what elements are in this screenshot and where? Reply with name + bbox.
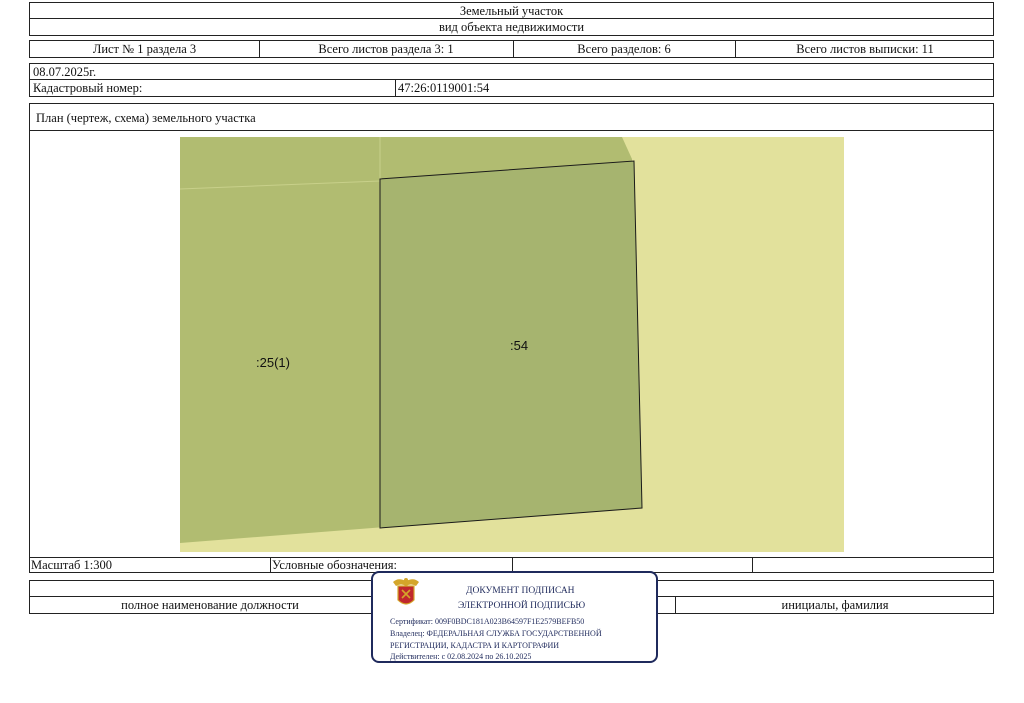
total-sheets-extract: Всего листов выписки: 11	[796, 42, 934, 56]
name-label: инициалы, фамилия	[781, 598, 889, 612]
sheets-in-section: Всего листов раздела 3: 1	[318, 42, 454, 56]
extract-date: 08.07.2025г.	[33, 65, 97, 79]
stamp-certificate: Сертификат: 009F0BDC181A023B64597F1E2579…	[390, 617, 585, 626]
document-title: Земельный участок	[459, 4, 564, 18]
target-parcel-label: :54	[510, 338, 528, 353]
cadastral-label: Кадастровый номер:	[33, 81, 143, 95]
coat-of-arms-icon	[393, 578, 419, 605]
stamp-owner-line-1: Владелец: ФЕДЕРАЛЬНАЯ СЛУЖБА ГОСУДАРСТВЕ…	[390, 629, 602, 638]
date-row: 08.07.2025г.	[29, 63, 994, 80]
header-title-row: Земельный участок	[29, 2, 994, 19]
header-subtitle-row: вид объекта недвижимости	[29, 18, 994, 36]
sheet-number: Лист № 1 раздела 3	[92, 42, 197, 56]
parcel-plan-map: :25(1) :54	[180, 137, 844, 552]
stamp-owner-line-2: РЕГИСТРАЦИИ, КАДАСТРА И КАРТОГРАФИИ	[390, 641, 560, 650]
total-sections: Всего разделов: 6	[577, 42, 671, 56]
e-signature-stamp: ДОКУМЕНТ ПОДПИСАН ЭЛЕКТРОННОЙ ПОДПИСЬЮ С…	[371, 571, 658, 663]
legend-label: Условные обозначения:	[272, 558, 398, 572]
stamp-validity: Действителен: с 02.08.2024 по 26.10.2025	[390, 652, 532, 661]
position-label: полное наименование должности	[121, 598, 299, 612]
sheet-info-row: Лист № 1 раздела 3 Всего листов раздела …	[29, 40, 994, 58]
scale-label: Масштаб 1:300	[31, 558, 112, 572]
neighbor-parcel-label: :25(1)	[256, 355, 290, 370]
stamp-line-1: ДОКУМЕНТ ПОДПИСАН	[466, 586, 575, 596]
stamp-line-2: ЭЛЕКТРОННОЙ ПОДПИСЬЮ	[458, 601, 586, 611]
cadastral-number: 47:26:0119001:54	[398, 81, 490, 95]
cadastral-row: Кадастровый номер: 47:26:0119001:54	[29, 79, 994, 97]
plan-title: План (чертеж, схема) земельного участка	[36, 111, 256, 125]
plan-title-row: План (чертеж, схема) земельного участка	[29, 103, 994, 131]
document-subtitle: вид объекта недвижимости	[438, 20, 585, 34]
